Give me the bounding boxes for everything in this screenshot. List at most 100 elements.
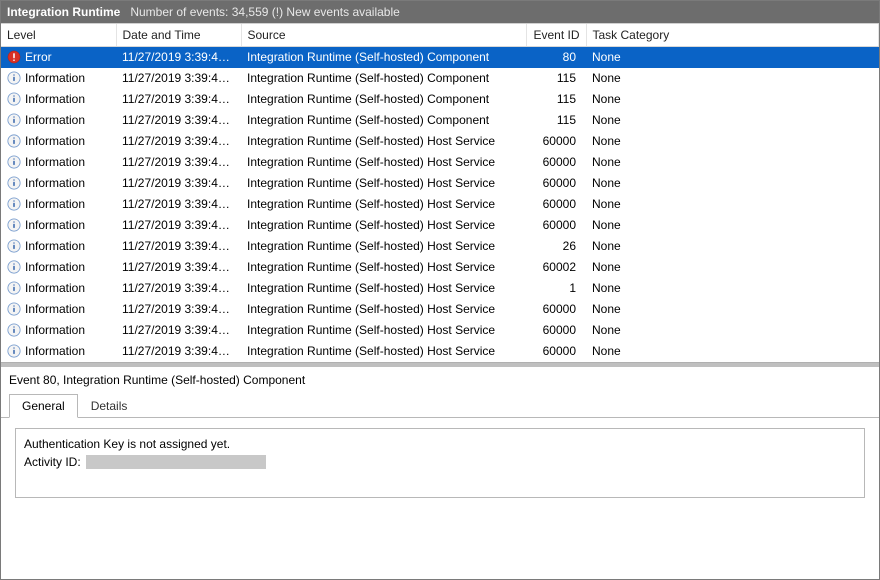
table-row[interactable]: Error 11/27/2019 3:39:47 PMIntegration Ru… (1, 47, 879, 68)
source-cell: Integration Runtime (Self-hosted) Host S… (241, 320, 526, 341)
task-category-cell: None (586, 257, 879, 278)
event-id-cell: 115 (526, 68, 586, 89)
level-text: Information (25, 218, 85, 232)
information-icon (7, 218, 21, 232)
log-header-bar: Integration Runtime Number of events: 34… (1, 1, 879, 23)
source-cell: Integration Runtime (Self-hosted) Compon… (241, 47, 526, 68)
table-row[interactable]: Information11/27/2019 3:39:47 PMIntegrat… (1, 89, 879, 110)
source-cell: Integration Runtime (Self-hosted) Host S… (241, 131, 526, 152)
level-text: Information (25, 323, 85, 337)
datetime-cell: 11/27/2019 3:39:44 PM (116, 236, 241, 257)
col-header-event-id[interactable]: Event ID (526, 24, 586, 47)
information-icon (7, 113, 21, 127)
level-text: Information (25, 281, 85, 295)
level-text: Information (25, 113, 85, 127)
datetime-cell: 11/27/2019 3:39:46 PM (116, 131, 241, 152)
event-viewer-window: Integration Runtime Number of events: 34… (0, 0, 880, 580)
table-row[interactable]: Information 11/27/2019 3:39:46 PMIntegrat… (1, 131, 879, 152)
col-header-task-category[interactable]: Task Category (586, 24, 879, 47)
event-id-cell: 60000 (526, 152, 586, 173)
col-header-source[interactable]: Source (241, 24, 526, 47)
details-message-line2: Activity ID: (24, 453, 856, 471)
table-row[interactable]: Information 11/27/2019 3:39:44 PMIntegrat… (1, 215, 879, 236)
table-row[interactable]: Information11/27/2019 3:39:44 PMIntegrat… (1, 236, 879, 257)
datetime-cell: 11/27/2019 3:39:46 PM (116, 152, 241, 173)
source-cell: Integration Runtime (Self-hosted) Host S… (241, 152, 526, 173)
tab-details[interactable]: Details (78, 394, 141, 418)
level-text: Information (25, 176, 85, 190)
activity-id-label: Activity ID: (24, 455, 81, 469)
source-cell: Integration Runtime (Self-hosted) Host S… (241, 299, 526, 320)
datetime-cell: 11/27/2019 3:39:47 PM (116, 68, 241, 89)
source-cell: Integration Runtime (Self-hosted) Host S… (241, 173, 526, 194)
task-category-cell: None (586, 194, 879, 215)
information-icon (7, 92, 21, 106)
table-row[interactable]: Information11/27/2019 3:39:46 PMIntegrat… (1, 152, 879, 173)
event-id-cell: 60000 (526, 341, 586, 362)
tab-general[interactable]: General (9, 394, 78, 418)
source-cell: Integration Runtime (Self-hosted) Host S… (241, 215, 526, 236)
col-header-datetime[interactable]: Date and Time (116, 24, 241, 47)
event-id-cell: 60000 (526, 194, 586, 215)
datetime-cell: 11/27/2019 3:39:47 PM (116, 89, 241, 110)
table-row[interactable]: Information11/27/2019 3:39:46 PMIntegrat… (1, 173, 879, 194)
table-row[interactable]: Information11/27/2019 3:39:47 PMIntegrat… (1, 68, 879, 89)
events-table-wrap: Level Date and Time Source Event ID Task… (1, 23, 879, 363)
table-row[interactable]: Information11/27/2019 3:39:44 PMIntegrat… (1, 257, 879, 278)
details-tabs: General Details (1, 393, 879, 418)
task-category-cell: None (586, 341, 879, 362)
datetime-cell: 11/27/2019 3:39:47 PM (116, 110, 241, 131)
task-category-cell: None (586, 110, 879, 131)
event-id-cell: 60002 (526, 257, 586, 278)
level-text: Error (25, 50, 52, 64)
event-id-cell: 60000 (526, 173, 586, 194)
event-id-cell: 115 (526, 110, 586, 131)
information-icon (7, 323, 21, 337)
table-row[interactable]: Information 11/27/2019 3:39:42 PMIntegrat… (1, 341, 879, 362)
source-cell: Integration Runtime (Self-hosted) Host S… (241, 278, 526, 299)
event-id-cell: 80 (526, 47, 586, 68)
datetime-cell: 11/27/2019 3:39:44 PM (116, 215, 241, 236)
information-icon (7, 260, 21, 274)
event-id-cell: 1 (526, 278, 586, 299)
task-category-cell: None (586, 236, 879, 257)
information-icon (7, 134, 21, 148)
table-row[interactable]: Information11/27/2019 3:39:42 PMIntegrat… (1, 320, 879, 341)
activity-id-redacted (86, 455, 266, 469)
datetime-cell: 11/27/2019 3:39:46 PM (116, 194, 241, 215)
level-text: Information (25, 134, 85, 148)
col-header-level[interactable]: Level (1, 24, 116, 47)
details-header: Event 80, Integration Runtime (Self-host… (1, 367, 879, 393)
level-text: Information (25, 92, 85, 106)
event-id-cell: 60000 (526, 320, 586, 341)
datetime-cell: 11/27/2019 3:39:47 PM (116, 47, 241, 68)
table-header-row[interactable]: Level Date and Time Source Event ID Task… (1, 24, 879, 47)
task-category-cell: None (586, 320, 879, 341)
events-table: Level Date and Time Source Event ID Task… (1, 24, 879, 362)
event-id-cell: 26 (526, 236, 586, 257)
event-id-cell: 60000 (526, 131, 586, 152)
level-text: Information (25, 71, 85, 85)
details-pane: Event 80, Integration Runtime (Self-host… (1, 363, 879, 580)
level-text: Information (25, 302, 85, 316)
event-id-cell: 60000 (526, 215, 586, 236)
source-cell: Integration Runtime (Self-hosted) Host S… (241, 341, 526, 362)
source-cell: Integration Runtime (Self-hosted) Host S… (241, 194, 526, 215)
log-status: Number of events: 34,559 (!) New events … (130, 5, 399, 19)
level-text: Information (25, 344, 85, 358)
information-icon (7, 344, 21, 358)
datetime-cell: 11/27/2019 3:39:44 PM (116, 299, 241, 320)
table-row[interactable]: Information11/27/2019 3:39:47 PMIntegrat… (1, 110, 879, 131)
table-row[interactable]: Information 11/27/2019 3:39:44 PMIntegrat… (1, 299, 879, 320)
table-row[interactable]: Information11/27/2019 3:39:46 PMIntegrat… (1, 194, 879, 215)
table-row[interactable]: Information 11/27/2019 3:39:44 PMIntegrat… (1, 278, 879, 299)
datetime-cell: 11/27/2019 3:39:44 PM (116, 278, 241, 299)
task-category-cell: None (586, 131, 879, 152)
log-name: Integration Runtime (7, 5, 120, 19)
details-body: Authentication Key is not assigned yet. … (15, 428, 865, 498)
information-icon (7, 71, 21, 85)
datetime-cell: 11/27/2019 3:39:42 PM (116, 341, 241, 362)
information-icon (7, 155, 21, 169)
details-message-line1: Authentication Key is not assigned yet. (24, 435, 856, 453)
datetime-cell: 11/27/2019 3:39:44 PM (116, 257, 241, 278)
